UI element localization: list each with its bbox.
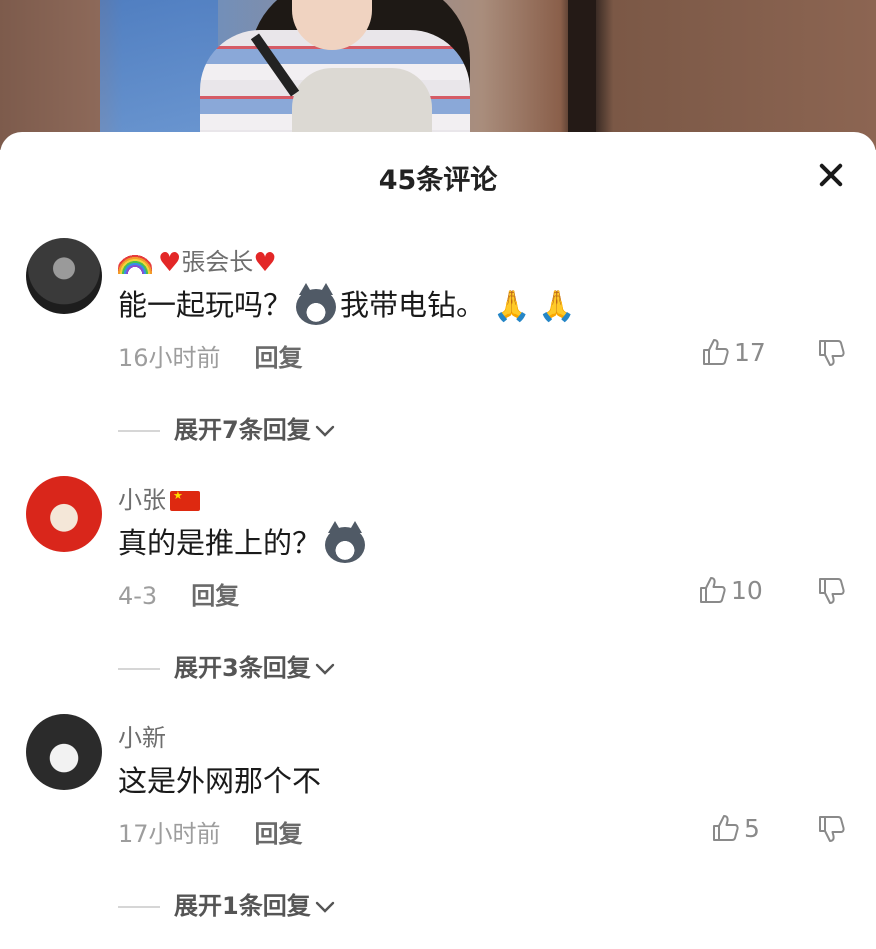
thumbs-down-icon[interactable]	[816, 814, 846, 844]
comments-count-title: 45条评论	[378, 165, 498, 196]
comment-text-row: 真的是推上的？	[118, 520, 369, 563]
divider-dash	[118, 430, 160, 432]
comments-header: 45条评论	[0, 132, 876, 218]
thumbs-up-icon	[700, 577, 726, 603]
like-button[interactable]: 5	[710, 812, 760, 843]
reply-button[interactable]: 回复	[191, 582, 239, 610]
thumbs-up-icon	[703, 339, 729, 365]
comment-text-continued: 我带电钻。	[340, 288, 486, 322]
comment-text: 能一起玩吗？	[118, 288, 293, 322]
praying-hands-icon: 🙏	[538, 289, 576, 324]
comments-sheet: 45条评论 ♥張会长♥ 能一起玩吗？ 我带电钻。 🙏 🙏 16小时前 回复 17 展开7…	[0, 132, 876, 949]
like-count: 17	[734, 337, 766, 367]
comment-username-row[interactable]: ♥張会长♥	[118, 242, 277, 277]
husky-dog-emoji-icon	[296, 283, 337, 325]
door-frame	[568, 0, 596, 150]
expand-replies-label: 展开7条回复	[174, 416, 311, 444]
comment-username-row[interactable]: 小张	[118, 480, 200, 515]
comment-meta: 17小时前 回复	[118, 814, 303, 849]
china-flag-icon	[170, 489, 200, 511]
husky-dog-emoji-icon	[325, 521, 366, 563]
praying-hands-icon: 🙏	[493, 289, 531, 324]
divider-dash	[118, 668, 160, 670]
comment-timestamp: 17小时前	[118, 820, 221, 848]
like-count: 10	[731, 575, 763, 605]
heart-icon: ♥	[158, 248, 182, 278]
video-background	[0, 0, 876, 150]
heart-icon: ♥	[253, 248, 277, 278]
expand-replies-label: 展开3条回复	[174, 654, 311, 682]
comment-text: 这是外网那个不	[118, 764, 322, 798]
expand-replies-label: 展开1条回复	[174, 892, 311, 920]
comment-text-row: 这是外网那个不	[118, 758, 321, 800]
comment-meta: 16小时前 回复	[118, 338, 303, 373]
divider-dash	[118, 906, 160, 908]
comment-text: 真的是推上的？	[118, 526, 322, 560]
avatar[interactable]	[26, 238, 102, 314]
comment-timestamp: 16小时前	[118, 344, 221, 372]
comment-username: 張会长	[181, 248, 254, 276]
rainbow-icon	[118, 252, 152, 274]
comment-username: 小新	[118, 724, 166, 752]
thumbs-up-icon	[713, 815, 739, 841]
thumbs-down-icon[interactable]	[816, 576, 846, 606]
comment-timestamp: 4-3	[118, 582, 158, 610]
reply-button[interactable]: 回复	[255, 344, 303, 372]
comment-text-row: 能一起玩吗？ 我带电钻。 🙏 🙏	[118, 282, 576, 325]
avatar[interactable]	[26, 714, 102, 790]
expand-replies-button[interactable]: 展开3条回复	[118, 648, 337, 683]
close-icon[interactable]	[816, 160, 846, 190]
comment-username: 小张	[118, 486, 166, 514]
chevron-down-icon	[315, 425, 334, 437]
reply-button[interactable]: 回复	[255, 820, 303, 848]
comment-meta: 4-3 回复	[118, 576, 239, 611]
comment-username-row[interactable]: 小新	[118, 718, 166, 753]
avatar[interactable]	[26, 476, 102, 552]
chevron-down-icon	[315, 901, 334, 913]
like-count: 5	[744, 813, 760, 843]
chevron-down-icon	[315, 663, 334, 675]
thumbs-down-icon[interactable]	[816, 338, 846, 368]
expand-replies-button[interactable]: 展开7条回复	[118, 410, 337, 445]
like-button[interactable]: 10	[697, 574, 763, 605]
expand-replies-button[interactable]: 展开1条回复	[118, 886, 337, 921]
like-button[interactable]: 17	[700, 336, 766, 367]
